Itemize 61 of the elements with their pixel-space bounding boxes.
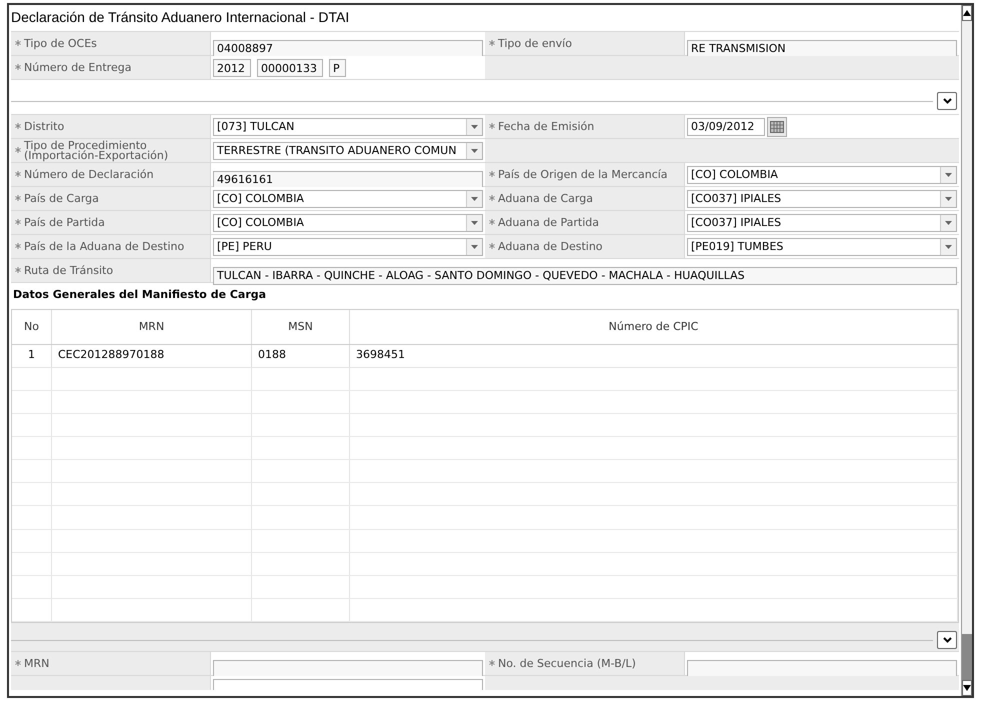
field-label: Tipo de OCEs [24,38,97,48]
caret-icon [940,167,956,183]
calendar-icon[interactable] [767,116,787,136]
field-label: No. de Secuencia (M-B/L) [498,658,636,668]
field-label: Distrito [24,122,64,132]
dropdown-field[interactable]: [073] TULCAN [213,118,483,136]
dropdown-field[interactable]: [PE019] TUMBES [687,238,957,256]
text-field[interactable]: 2012 [213,59,251,77]
text-field[interactable]: P [329,59,346,77]
caret-icon [466,191,482,207]
caret-icon [940,191,956,207]
text-field[interactable]: RE TRANSMISION [687,40,957,58]
column-header: MSN [252,310,350,344]
caret-icon [940,239,956,255]
text-field[interactable]: 00000133 [257,59,323,77]
field-label: Número de Declaración [24,170,154,180]
field-label: Ruta de Tránsito [24,266,114,276]
chevron-down-icon [942,98,952,104]
column-header: Número de CPIC [350,310,958,344]
caret-icon [466,215,482,231]
scroll-thumb[interactable] [962,634,972,680]
field-label: País de Origen de la Mercancía [498,170,668,180]
scroll-down-icon[interactable] [962,680,972,696]
window-title: Declaración de Tránsito Aduanero Internacional - DTAI [11,8,350,27]
table-cell: 1 [12,344,52,367]
collapse-button[interactable] [937,92,957,110]
field-label: Tipo de envío [498,38,572,48]
field-label: Aduana de Carga [498,194,593,204]
caret-icon [466,119,482,135]
field-label: Aduana de Destino [498,242,603,252]
field-label: Fecha de Emisión [498,122,594,132]
chevron-down-icon [942,637,952,643]
date-field[interactable]: 03/09/2012 [687,118,765,136]
field-label: País de Carga [24,194,99,204]
field-label: MRN [24,658,50,668]
dropdown-field[interactable]: TERRESTRE (TRANSITO ADUANERO COMUN [213,142,483,160]
dropdown-field[interactable]: [CO] COLOMBIA [687,166,957,184]
column-header: No [12,310,52,344]
text-field[interactable]: 49616161 [213,170,483,188]
field-label: Aduana de Partida [498,218,599,228]
dropdown-field[interactable]: [CO] COLOMBIA [213,190,483,208]
column-header: MRN [52,310,252,344]
table-cell: 0188 [252,344,350,367]
scroll-up-icon[interactable] [962,5,972,21]
collapse-button[interactable] [937,631,957,649]
text-field[interactable]: 04008897 [213,40,483,58]
field-label: País de la Aduana de Destino [24,242,184,252]
section-title: Datos Generales del Manifiesto de Carga [12,287,268,303]
dropdown-field[interactable]: [PE] PERU [213,238,483,256]
field-label: Número de Entrega [24,62,132,72]
dropdown-field[interactable]: [CO037] IPIALES [687,190,957,208]
caret-icon [940,215,956,231]
field-label: País de Partida [24,218,105,228]
field-label: Tipo de Procedimiento (Importación-Exportación) [24,140,168,160]
table-cell: 3698451 [350,344,958,367]
text-field[interactable]: TULCAN - IBARRA - QUINCHE - ALOAG - SANTO DOMINGO - QUEVEDO - MACHALA - HUAQUILLAS [213,266,957,284]
caret-icon [466,239,482,255]
table-cell: CEC201288970188 [52,344,252,367]
dropdown-field[interactable]: [CO037] IPIALES [687,214,957,232]
dropdown-field[interactable]: [CO] COLOMBIA [213,214,483,232]
caret-icon [466,143,482,159]
